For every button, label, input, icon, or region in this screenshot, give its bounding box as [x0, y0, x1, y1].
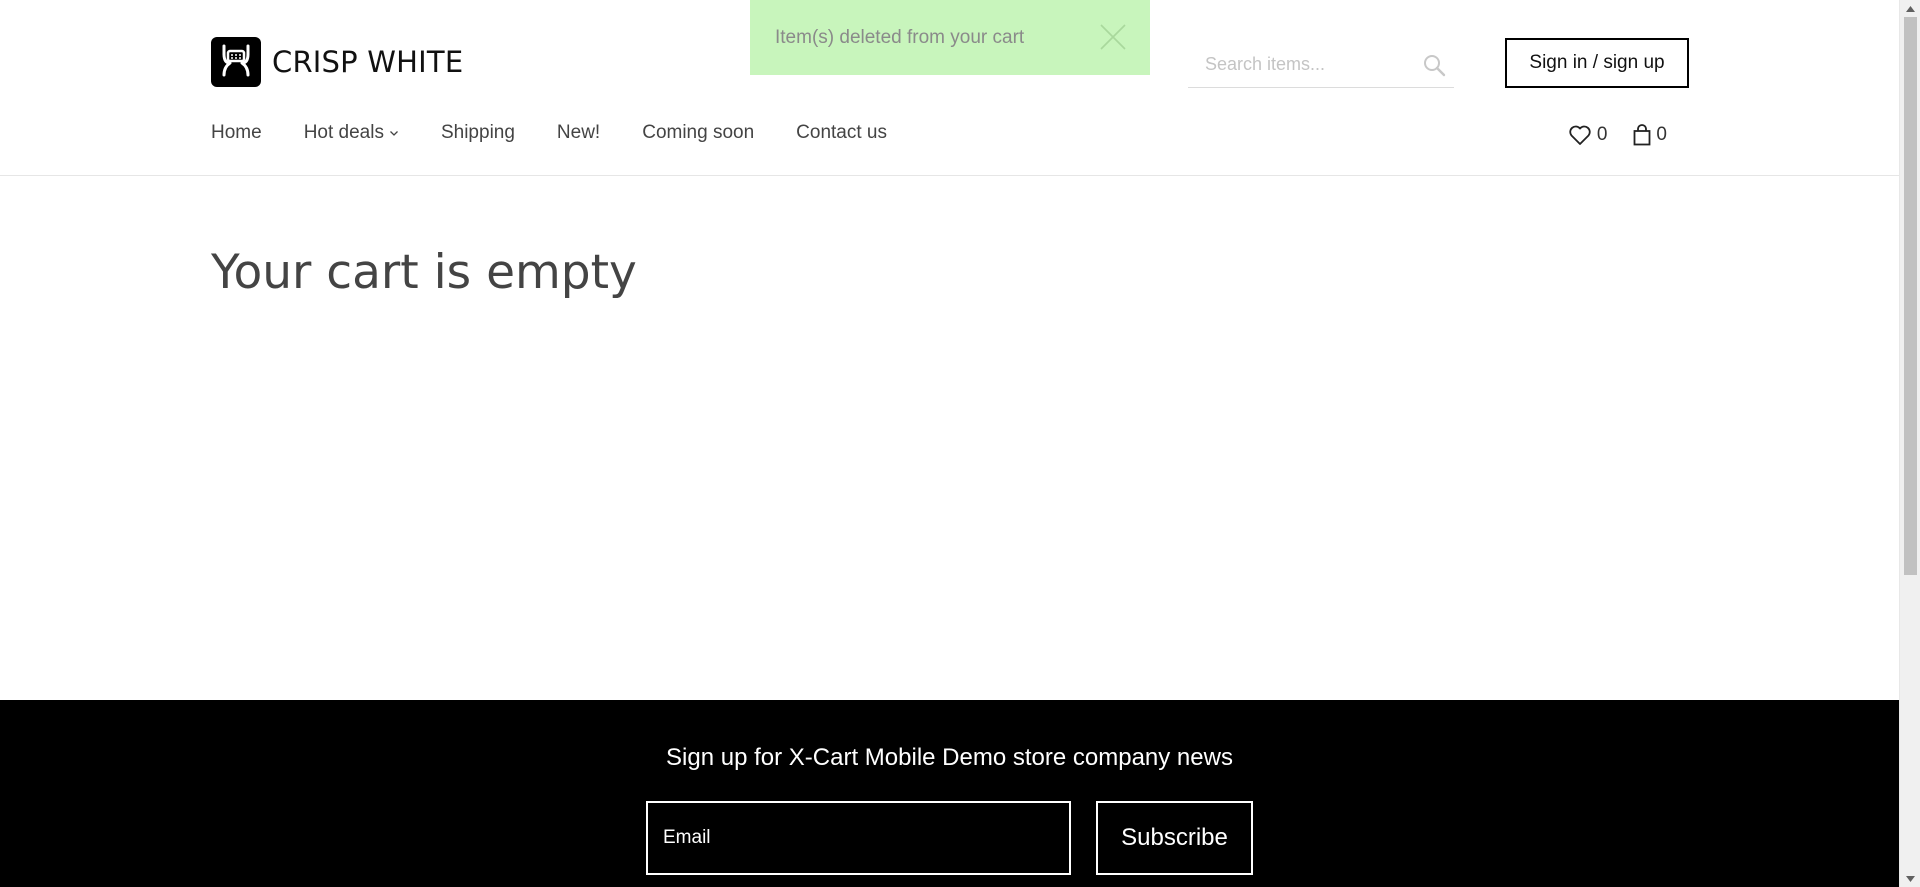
- site-header: CRISP WHITE Item(s) deleted from your ca…: [0, 0, 1899, 176]
- main-nav: Home Hot deals Shipping New! Coming soon…: [211, 122, 929, 144]
- notification-toast: Item(s) deleted from your cart: [750, 0, 1150, 75]
- nav-item-coming-soon[interactable]: Coming soon: [642, 122, 754, 144]
- nav-item-label: Shipping: [440, 122, 515, 143]
- logo-link[interactable]: CRISP WHITE: [211, 37, 463, 87]
- nav-item-shipping[interactable]: Shipping: [441, 122, 515, 144]
- nav-item-label: Contact us: [796, 122, 887, 143]
- shopping-bag-icon: [1634, 124, 1651, 146]
- wishlist-link[interactable]: 0: [1568, 124, 1608, 146]
- wishlist-count: 0: [1596, 124, 1608, 145]
- close-icon[interactable]: [1098, 22, 1128, 52]
- nav-item-label: Coming soon: [642, 122, 755, 143]
- nav-item-hot-deals[interactable]: Hot deals: [304, 122, 399, 144]
- search-input[interactable]: [1188, 42, 1408, 86]
- scroll-up-arrow-icon[interactable]: [1900, 0, 1920, 17]
- nav-item-label: Home: [211, 122, 262, 143]
- nav-item-label: Hot deals: [303, 122, 384, 143]
- xcart-logo-icon: [211, 37, 261, 87]
- subscribe-button[interactable]: Subscribe: [1096, 801, 1253, 875]
- newsletter-heading: Sign up for X-Cart Mobile Demo store com…: [666, 744, 1233, 771]
- nav-item-contact-us[interactable]: Contact us: [796, 122, 887, 144]
- signin-button[interactable]: Sign in / sign up: [1505, 38, 1689, 88]
- brand-name: CRISP WHITE: [272, 45, 464, 79]
- page-title: Your cart is empty: [211, 245, 637, 300]
- nav-item-home[interactable]: Home: [211, 122, 262, 144]
- newsletter-footer: Sign up for X-Cart Mobile Demo store com…: [0, 700, 1899, 887]
- scrollbar-thumb[interactable]: [1904, 17, 1917, 575]
- scroll-down-arrow-icon[interactable]: [1900, 870, 1920, 887]
- search-icon[interactable]: [1422, 53, 1446, 77]
- nav-item-label: New!: [556, 122, 601, 143]
- search-box: [1188, 42, 1454, 88]
- cart-count: 0: [1656, 124, 1667, 145]
- page: CRISP WHITE Item(s) deleted from your ca…: [0, 0, 1920, 887]
- cart-link[interactable]: 0: [1633, 124, 1667, 146]
- vertical-scrollbar[interactable]: [1899, 0, 1920, 887]
- heart-icon: [1569, 125, 1591, 145]
- nav-item-new[interactable]: New!: [557, 122, 600, 144]
- notification-message: Item(s) deleted from your cart: [775, 26, 1025, 48]
- header-actions: 0 0: [1542, 124, 1667, 146]
- email-field[interactable]: [646, 801, 1071, 875]
- chevron-down-icon: [390, 131, 398, 136]
